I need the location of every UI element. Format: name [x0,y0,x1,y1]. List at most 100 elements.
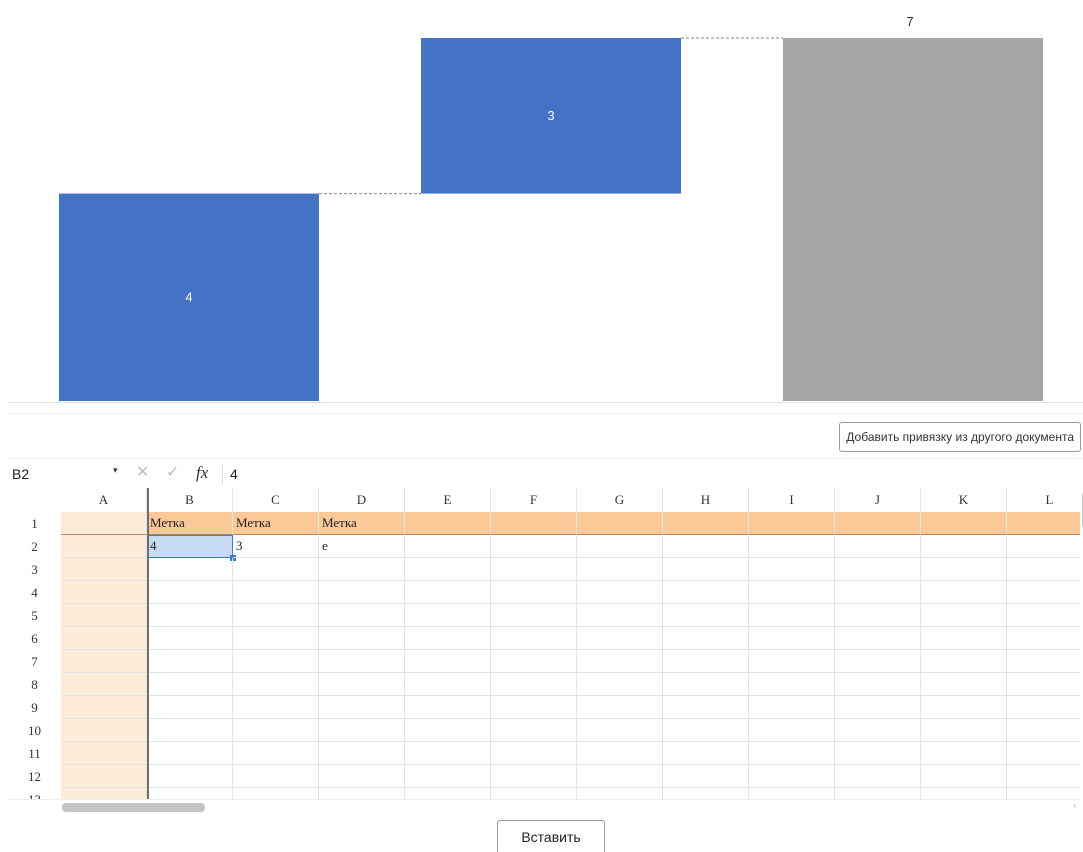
cell-h7[interactable] [663,650,749,673]
cell-b12[interactable] [147,765,233,788]
cell-i11[interactable] [749,742,835,765]
cell-k10[interactable] [921,719,1007,742]
cell-g1[interactable] [577,512,663,535]
cell-c3[interactable] [233,558,319,581]
cell-l4[interactable] [1007,581,1080,604]
cell-l9[interactable] [1007,696,1080,719]
cell-e8[interactable] [405,673,491,696]
cell-b1[interactable]: Метка [147,512,233,535]
cell-a1[interactable] [61,512,147,535]
add-link-button[interactable]: Добавить привязку из другого документа [839,422,1081,452]
cell-d13[interactable] [319,788,405,799]
cell-h2[interactable] [663,535,749,558]
cell-l1[interactable] [1007,512,1080,535]
cell-c12[interactable] [233,765,319,788]
cell-h12[interactable] [663,765,749,788]
cell-h1[interactable] [663,512,749,535]
cell-a4[interactable] [61,581,147,604]
cell-g5[interactable] [577,604,663,627]
cell-c4[interactable] [233,581,319,604]
cell-i7[interactable] [749,650,835,673]
insert-function-icon[interactable]: fx [196,462,208,484]
cell-k2[interactable] [921,535,1007,558]
cell-name-box[interactable]: B2 [12,464,122,484]
cell-h6[interactable] [663,627,749,650]
cell-d5[interactable] [319,604,405,627]
cell-f3[interactable] [491,558,577,581]
cell-d4[interactable] [319,581,405,604]
cell-h4[interactable] [663,581,749,604]
cell-j4[interactable] [835,581,921,604]
cell-a9[interactable] [61,696,147,719]
cell-g8[interactable] [577,673,663,696]
column-header-j[interactable]: J [835,488,921,512]
horizontal-scrollbar[interactable]: ‹ [8,799,1080,813]
cell-j8[interactable] [835,673,921,696]
cell-b4[interactable] [147,581,233,604]
cell-a2[interactable] [61,535,147,558]
cell-f8[interactable] [491,673,577,696]
column-header-h[interactable]: H [663,488,749,512]
cell-j7[interactable] [835,650,921,673]
cell-e12[interactable] [405,765,491,788]
cell-g3[interactable] [577,558,663,581]
cell-e4[interactable] [405,581,491,604]
cell-k13[interactable] [921,788,1007,799]
cell-k4[interactable] [921,581,1007,604]
formula-input[interactable]: 4 [230,463,530,485]
cell-i6[interactable] [749,627,835,650]
column-header-k[interactable]: K [921,488,1007,512]
cell-a6[interactable] [61,627,147,650]
cell-c10[interactable] [233,719,319,742]
cell-g6[interactable] [577,627,663,650]
horizontal-scroll-thumb[interactable] [62,803,205,812]
cell-l13[interactable] [1007,788,1080,799]
insert-button[interactable]: Вставить [497,820,605,852]
cell-i2[interactable] [749,535,835,558]
cell-j3[interactable] [835,558,921,581]
cell-a10[interactable] [61,719,147,742]
cell-k7[interactable] [921,650,1007,673]
column-header-g[interactable]: G [577,488,663,512]
column-header-f[interactable]: F [491,488,577,512]
cell-d7[interactable] [319,650,405,673]
cell-f7[interactable] [491,650,577,673]
cell-e7[interactable] [405,650,491,673]
row-header-12[interactable]: 12 [8,765,61,788]
cell-c11[interactable] [233,742,319,765]
row-header-9[interactable]: 9 [8,696,61,719]
cell-c8[interactable] [233,673,319,696]
cell-i5[interactable] [749,604,835,627]
cell-g2[interactable] [577,535,663,558]
cell-k11[interactable] [921,742,1007,765]
cell-k1[interactable] [921,512,1007,535]
row-header-6[interactable]: 6 [8,627,61,650]
cell-d2[interactable]: e [319,535,405,558]
row-header-8[interactable]: 8 [8,673,61,696]
cell-l6[interactable] [1007,627,1080,650]
cell-i9[interactable] [749,696,835,719]
cell-f6[interactable] [491,627,577,650]
cell-d8[interactable] [319,673,405,696]
cell-k9[interactable] [921,696,1007,719]
row-header-11[interactable]: 11 [8,742,61,765]
cell-b10[interactable] [147,719,233,742]
cell-a5[interactable] [61,604,147,627]
row-header-1[interactable]: 1 [8,512,61,535]
cell-j6[interactable] [835,627,921,650]
cell-f2[interactable] [491,535,577,558]
cell-k5[interactable] [921,604,1007,627]
column-header-i[interactable]: I [749,488,835,512]
cell-f4[interactable] [491,581,577,604]
column-header-e[interactable]: E [405,488,491,512]
cell-g4[interactable] [577,581,663,604]
cell-b8[interactable] [147,673,233,696]
cell-d3[interactable] [319,558,405,581]
cell-g13[interactable] [577,788,663,799]
cell-l11[interactable] [1007,742,1080,765]
cell-a13[interactable] [61,788,147,799]
cell-l2[interactable] [1007,535,1080,558]
cell-b2[interactable]: 4 [147,535,233,558]
cell-e10[interactable] [405,719,491,742]
cell-d12[interactable] [319,765,405,788]
